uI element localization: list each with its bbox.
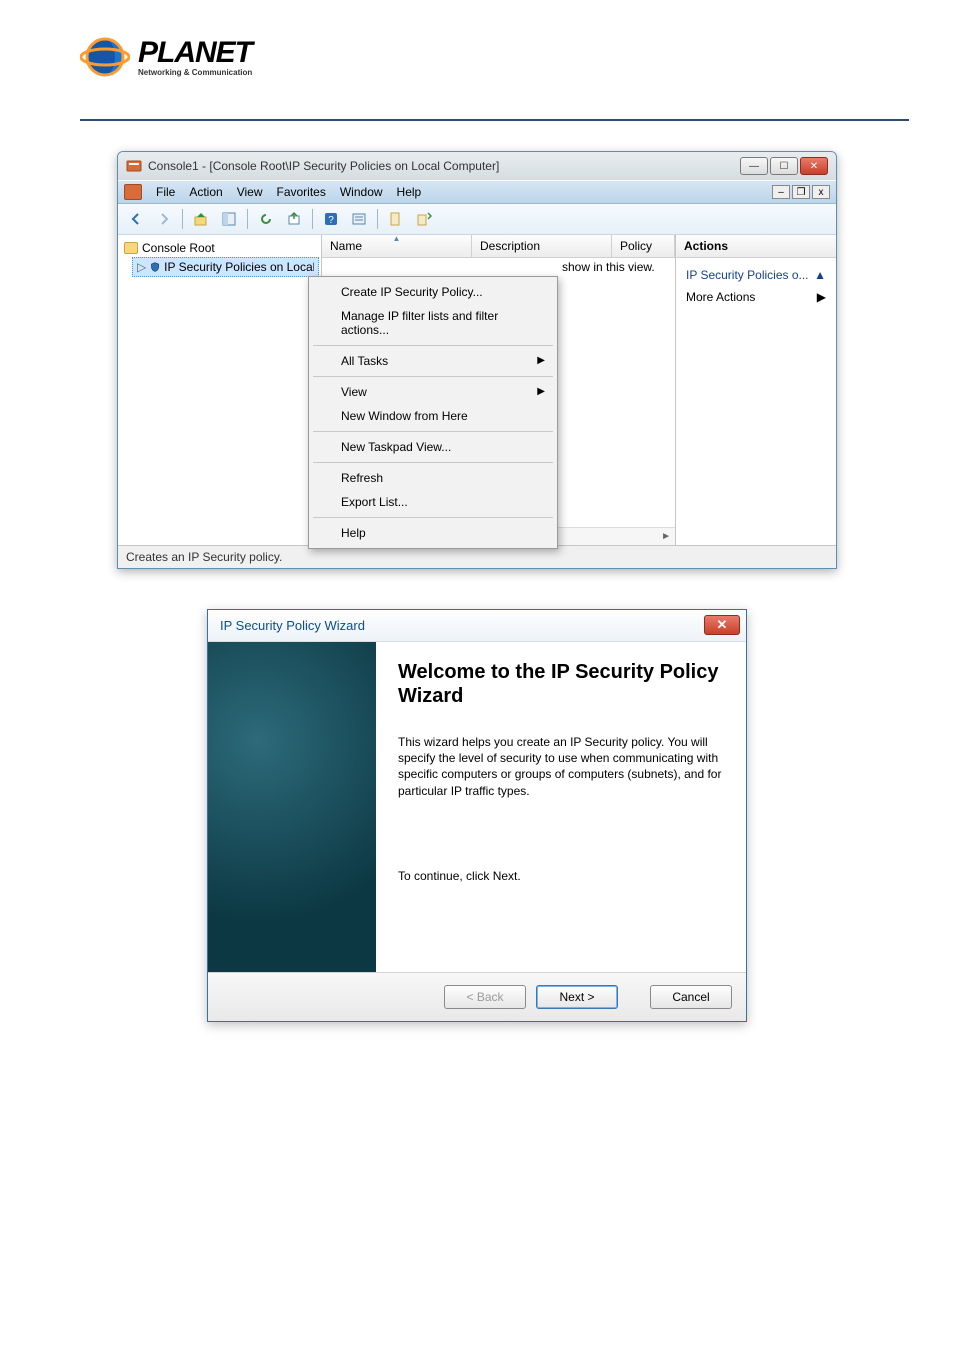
cm-sep bbox=[313, 462, 553, 463]
mdi-minimize-button[interactable]: – bbox=[772, 185, 790, 199]
page-header: PLANET Networking & Communication bbox=[0, 0, 954, 99]
planet-globe-icon bbox=[80, 35, 130, 79]
cm-sep bbox=[313, 345, 553, 346]
cm-create-policy[interactable]: Create IP Security Policy... bbox=[311, 280, 555, 304]
mdi-close-button[interactable]: x bbox=[812, 185, 830, 199]
tree-ip-security[interactable]: ▷ IP Security Policies on Local Computer bbox=[132, 257, 319, 277]
cancel-button[interactable]: Cancel bbox=[650, 985, 732, 1009]
col-description[interactable]: Description bbox=[472, 235, 612, 257]
menubar: File Action View Favorites Window Help –… bbox=[118, 180, 836, 204]
chevron-right-icon: ▶ bbox=[537, 386, 545, 397]
tree-ip-security-label: IP Security Policies on Local Computer bbox=[164, 260, 314, 274]
menu-view[interactable]: View bbox=[237, 185, 263, 199]
menu-favorites[interactable]: Favorites bbox=[277, 185, 326, 199]
mmc-app-icon bbox=[126, 158, 142, 174]
cm-refresh[interactable]: Refresh bbox=[311, 466, 555, 490]
policy-filter-button[interactable] bbox=[384, 208, 408, 230]
toolbar: ? bbox=[118, 204, 836, 235]
minimize-button[interactable]: — bbox=[740, 157, 768, 175]
mdi-restore-button[interactable]: ❐ bbox=[792, 185, 810, 199]
list-pane[interactable]: Name ▲ Description Policy show in this v… bbox=[322, 235, 676, 545]
next-button[interactable]: Next > bbox=[536, 985, 618, 1009]
wizard-side-graphic bbox=[208, 642, 376, 972]
actions-header: Actions bbox=[676, 235, 836, 258]
header-divider bbox=[80, 119, 909, 121]
wizard-dialog: IP Security Policy Wizard ✕ Welcome to t… bbox=[207, 609, 747, 1022]
titlebar[interactable]: Console1 - [Console Root\IP Security Pol… bbox=[118, 152, 836, 180]
tree-root[interactable]: Console Root bbox=[120, 239, 319, 257]
menu-help[interactable]: Help bbox=[397, 185, 422, 199]
logo-tagline: Networking & Communication bbox=[138, 68, 252, 77]
cm-manage-filters[interactable]: Manage IP filter lists and filter action… bbox=[311, 304, 555, 342]
cm-sep bbox=[313, 376, 553, 377]
help-button[interactable]: ? bbox=[319, 208, 343, 230]
shield-icon bbox=[150, 260, 160, 274]
cm-sep bbox=[313, 431, 553, 432]
svg-text:?: ? bbox=[328, 215, 334, 226]
policy-assign-button[interactable] bbox=[412, 208, 436, 230]
menu-file[interactable]: File bbox=[156, 185, 175, 199]
back-button: < Back bbox=[444, 985, 526, 1009]
wizard-title-text: IP Security Policy Wizard bbox=[220, 618, 365, 633]
wizard-continue-text: To continue, click Next. bbox=[398, 869, 724, 883]
nav-back-button[interactable] bbox=[124, 208, 148, 230]
sort-asc-icon: ▲ bbox=[393, 234, 401, 243]
scroll-right-icon[interactable]: ► bbox=[661, 531, 671, 542]
cm-new-window[interactable]: New Window from Here bbox=[311, 404, 555, 428]
logo: PLANET Networking & Communication bbox=[80, 35, 909, 79]
mmc-window: Console1 - [Console Root\IP Security Pol… bbox=[117, 151, 837, 569]
menu-action[interactable]: Action bbox=[189, 185, 222, 199]
wizard-content: Welcome to the IP Security Policy Wizard… bbox=[376, 642, 746, 972]
tree-root-label: Console Root bbox=[142, 241, 215, 255]
cm-sep bbox=[313, 517, 553, 518]
wizard-heading: Welcome to the IP Security Policy Wizard bbox=[398, 660, 724, 708]
col-policy[interactable]: Policy bbox=[612, 235, 675, 257]
actions-pane: Actions IP Security Policies o... ▲ More… bbox=[676, 235, 836, 545]
wizard-body-text: This wizard helps you create an IP Secur… bbox=[398, 734, 724, 799]
cm-view[interactable]: View▶ bbox=[311, 380, 555, 404]
export-button[interactable] bbox=[282, 208, 306, 230]
up-button[interactable] bbox=[189, 208, 213, 230]
cm-export-list[interactable]: Export List... bbox=[311, 490, 555, 514]
chevron-right-icon: ▶ bbox=[537, 355, 545, 366]
mmc-body: Console Root ▷ IP Security Policies on L… bbox=[118, 235, 836, 545]
context-menu: Create IP Security Policy... Manage IP f… bbox=[308, 276, 558, 549]
actions-scope[interactable]: IP Security Policies o... ▲ bbox=[684, 264, 828, 286]
chevron-right-icon: ▶ bbox=[817, 290, 826, 304]
wizard-titlebar[interactable]: IP Security Policy Wizard ✕ bbox=[208, 610, 746, 642]
cm-new-taskpad[interactable]: New Taskpad View... bbox=[311, 435, 555, 459]
actions-more[interactable]: More Actions ▶ bbox=[684, 286, 828, 308]
folder-icon bbox=[124, 242, 138, 254]
collapse-up-icon: ▲ bbox=[814, 268, 826, 282]
nav-forward-button[interactable] bbox=[152, 208, 176, 230]
col-name[interactable]: Name ▲ bbox=[322, 235, 472, 257]
show-hide-tree-button[interactable] bbox=[217, 208, 241, 230]
mdi-system-icon[interactable] bbox=[124, 184, 142, 200]
wizard-footer: < Back Next > Cancel bbox=[208, 972, 746, 1021]
wizard-close-button[interactable]: ✕ bbox=[704, 615, 740, 635]
maximize-button[interactable]: ☐ bbox=[770, 157, 798, 175]
tree-pane[interactable]: Console Root ▷ IP Security Policies on L… bbox=[118, 235, 322, 545]
cm-all-tasks[interactable]: All Tasks▶ bbox=[311, 349, 555, 373]
logo-brand: PLANET bbox=[138, 38, 252, 68]
window-title: Console1 - [Console Root\IP Security Pol… bbox=[148, 159, 499, 173]
refresh-button[interactable] bbox=[254, 208, 278, 230]
list-empty-text: show in this view. bbox=[562, 260, 655, 274]
menu-window[interactable]: Window bbox=[340, 185, 383, 199]
properties-button[interactable] bbox=[347, 208, 371, 230]
close-button[interactable]: ✕ bbox=[800, 157, 828, 175]
cm-help[interactable]: Help bbox=[311, 521, 555, 545]
tree-expand-icon[interactable]: ▷ bbox=[137, 260, 146, 274]
column-headers: Name ▲ Description Policy bbox=[322, 235, 675, 258]
